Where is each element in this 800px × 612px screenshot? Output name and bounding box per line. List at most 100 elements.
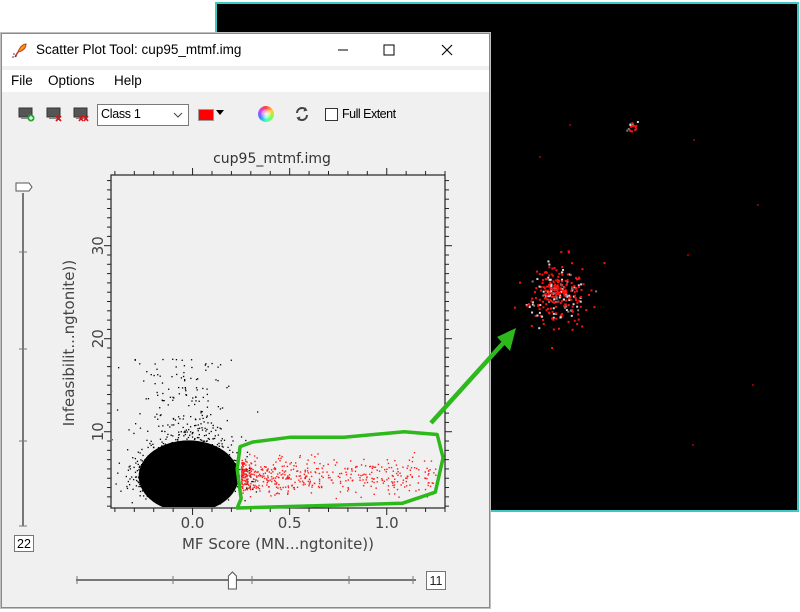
vertical-slider-value[interactable]: 22	[14, 535, 34, 552]
classified-pixel	[590, 289, 593, 292]
classified-pixel	[538, 327, 541, 330]
classified-pixel	[565, 284, 568, 287]
classified-pixel	[571, 262, 574, 265]
classified-pixel	[557, 290, 560, 293]
classified-pixel	[563, 306, 566, 309]
classified-pixel	[555, 269, 558, 272]
classified-pixel	[536, 278, 539, 281]
add-class-icon[interactable]	[18, 106, 36, 122]
classified-pixel	[534, 291, 537, 294]
classified-pixel	[527, 303, 530, 306]
classified-pixel	[548, 266, 551, 269]
classified-pixel	[552, 318, 555, 321]
refresh-icon[interactable]	[294, 106, 310, 122]
classified-pixel	[752, 384, 754, 386]
classified-pixel	[544, 289, 547, 292]
classified-pixel	[576, 322, 579, 325]
full-extent-checkbox[interactable]	[325, 108, 338, 121]
classified-pixel	[552, 288, 555, 291]
classified-pixel	[579, 305, 582, 308]
classified-pixel	[573, 319, 576, 322]
menu-file[interactable]: File	[11, 73, 33, 88]
classified-pixel	[560, 300, 563, 303]
classified-pixel	[563, 298, 566, 301]
classified-pixel	[548, 274, 551, 277]
classified-pixel	[577, 285, 580, 288]
classified-pixel	[548, 312, 551, 315]
classified-pixel	[561, 280, 564, 283]
classified-pixel	[533, 304, 536, 307]
classified-pixel	[553, 266, 556, 269]
classified-pixel	[561, 273, 564, 276]
classified-pixel	[574, 297, 577, 300]
classified-pixel	[555, 312, 558, 315]
classified-pixel	[575, 287, 578, 290]
class-color-swatch[interactable]	[198, 109, 214, 121]
maximize-button[interactable]	[366, 34, 412, 66]
classified-pixel	[536, 314, 539, 317]
classified-pixel	[577, 318, 580, 321]
delete-class-icon[interactable]	[46, 106, 64, 122]
classified-pixel	[593, 306, 596, 309]
menu-help[interactable]: Help	[114, 73, 142, 88]
classified-pixel	[567, 250, 570, 253]
classified-pixel	[555, 279, 558, 282]
classified-pixel	[587, 293, 590, 296]
classified-pixel	[581, 325, 584, 328]
classified-pixel	[538, 298, 541, 301]
classified-pixel	[544, 297, 547, 300]
classified-pixel	[550, 307, 553, 310]
classified-pixel	[568, 294, 571, 297]
classified-pixel	[557, 275, 560, 278]
chevron-down-icon	[173, 112, 183, 118]
classified-pixel	[562, 268, 565, 271]
classified-pixel	[573, 294, 576, 297]
classified-pixel	[542, 290, 545, 293]
classified-pixel	[513, 306, 516, 309]
classified-pixel	[538, 273, 541, 276]
classified-pixel	[559, 291, 562, 294]
horizontal-slider-value[interactable]: 11	[426, 571, 446, 590]
scatter-plot-window: Scatter Plot Tool: cup95_mtmf.img File O…	[1, 33, 490, 608]
color-wheel-icon[interactable]	[258, 106, 274, 122]
menu-bar: File Options Help	[2, 70, 489, 92]
classified-pixel	[531, 297, 534, 300]
window-title: Scatter Plot Tool: cup95_mtmf.img	[36, 42, 242, 57]
classified-pixel	[634, 126, 637, 129]
classified-region-small	[626, 120, 639, 133]
classified-pixel	[551, 310, 554, 313]
classified-pixel	[537, 304, 540, 307]
classified-pixel	[545, 285, 548, 288]
delete-all-classes-icon[interactable]	[73, 106, 91, 122]
classified-pixel	[566, 281, 569, 284]
classified-pixel	[629, 123, 632, 126]
classified-pixel	[563, 294, 566, 297]
classified-pixel	[634, 128, 637, 131]
classified-pixel	[556, 288, 559, 291]
classified-pixel	[531, 311, 534, 314]
class-select-value: Class 1	[101, 107, 141, 121]
class-select[interactable]: Class 1	[97, 104, 189, 126]
menu-options[interactable]: Options	[48, 73, 95, 88]
classified-pixel	[545, 303, 548, 306]
classified-pixel	[550, 295, 553, 298]
minimize-button[interactable]	[320, 34, 366, 66]
classified-pixel	[538, 285, 541, 288]
classified-pixel	[550, 285, 553, 288]
classified-pixel	[580, 296, 583, 299]
classified-pixel	[570, 281, 573, 284]
classified-pixel	[576, 290, 579, 293]
classified-pixel	[579, 300, 582, 303]
classified-pixel	[543, 271, 546, 274]
title-bar[interactable]: Scatter Plot Tool: cup95_mtmf.img	[2, 34, 489, 66]
classified-pixel	[580, 289, 583, 292]
close-button[interactable]	[424, 34, 470, 66]
classified-pixel	[550, 290, 553, 293]
classified-pixel	[571, 308, 574, 311]
classified-pixel	[570, 288, 573, 291]
classified-pixel	[573, 290, 576, 293]
color-dropdown-arrow-icon[interactable]	[216, 110, 224, 115]
classified-pixel	[595, 290, 598, 293]
classified-pixel	[544, 278, 547, 281]
classified-pixel	[571, 310, 574, 313]
